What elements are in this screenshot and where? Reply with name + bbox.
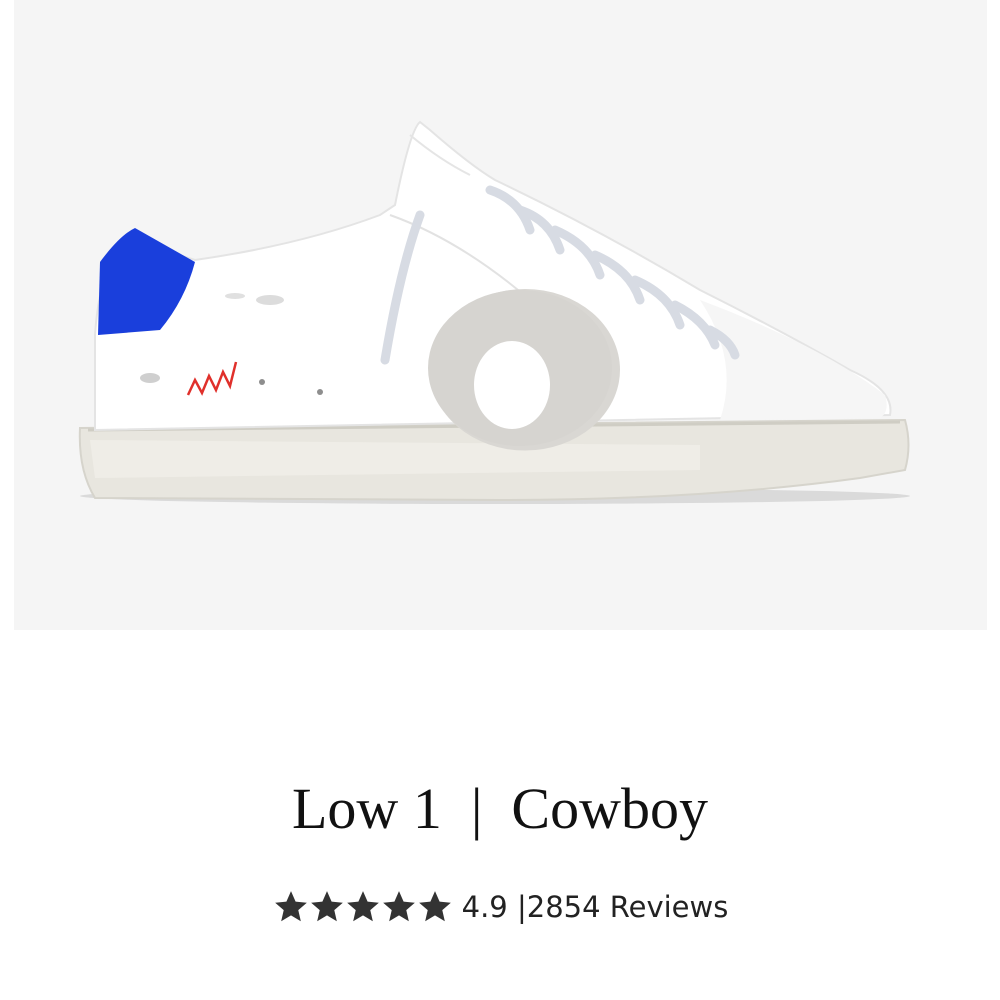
star-icon: [310, 891, 343, 922]
star-rating: [272, 888, 452, 926]
star-icon: [382, 891, 415, 922]
star-icon: [274, 891, 307, 922]
product-image[interactable]: [14, 0, 987, 630]
product-title: Low 1 | Cowboy: [292, 776, 708, 841]
star-icon: [346, 891, 379, 922]
star-icon: [418, 891, 451, 922]
sneaker-illustration: [78, 120, 910, 504]
rating-summary[interactable]: 4.9 |2854 Reviews: [0, 884, 1000, 930]
rating-reviews-text[interactable]: 4.9 |2854 Reviews: [462, 890, 729, 924]
